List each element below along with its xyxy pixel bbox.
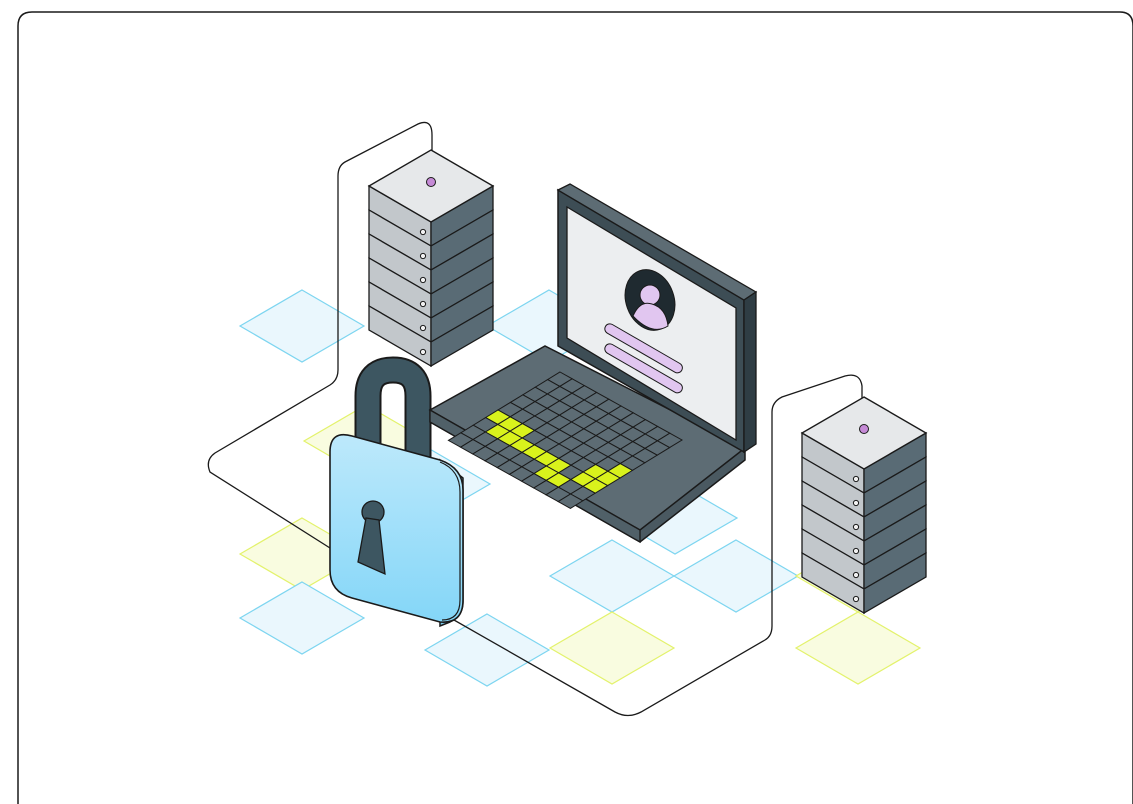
server-rack-left-icon bbox=[367, 149, 495, 368]
server-indicator bbox=[419, 348, 427, 356]
server-indicator bbox=[852, 475, 860, 483]
server-indicator bbox=[419, 300, 427, 308]
cybersecurity-illustration bbox=[17, 11, 1133, 804]
server-indicator bbox=[419, 276, 427, 284]
keyhole-icon bbox=[357, 500, 386, 576]
server-led bbox=[859, 424, 869, 434]
floor-tile bbox=[548, 611, 676, 685]
server-indicator bbox=[852, 499, 860, 507]
illustration-frame bbox=[0, 0, 1133, 804]
server-led bbox=[426, 177, 436, 187]
server-rack-right-icon bbox=[800, 396, 928, 615]
server-indicator bbox=[852, 571, 860, 579]
floor-tile bbox=[672, 539, 800, 613]
floor-tile bbox=[794, 611, 922, 685]
server-indicator bbox=[419, 252, 427, 260]
server-indicator bbox=[852, 547, 860, 555]
floor-tile bbox=[238, 289, 366, 363]
floor-tile bbox=[548, 539, 676, 613]
server-indicator bbox=[419, 228, 427, 236]
server-indicator bbox=[852, 595, 860, 603]
server-indicator bbox=[852, 523, 860, 531]
server-indicator bbox=[419, 324, 427, 332]
